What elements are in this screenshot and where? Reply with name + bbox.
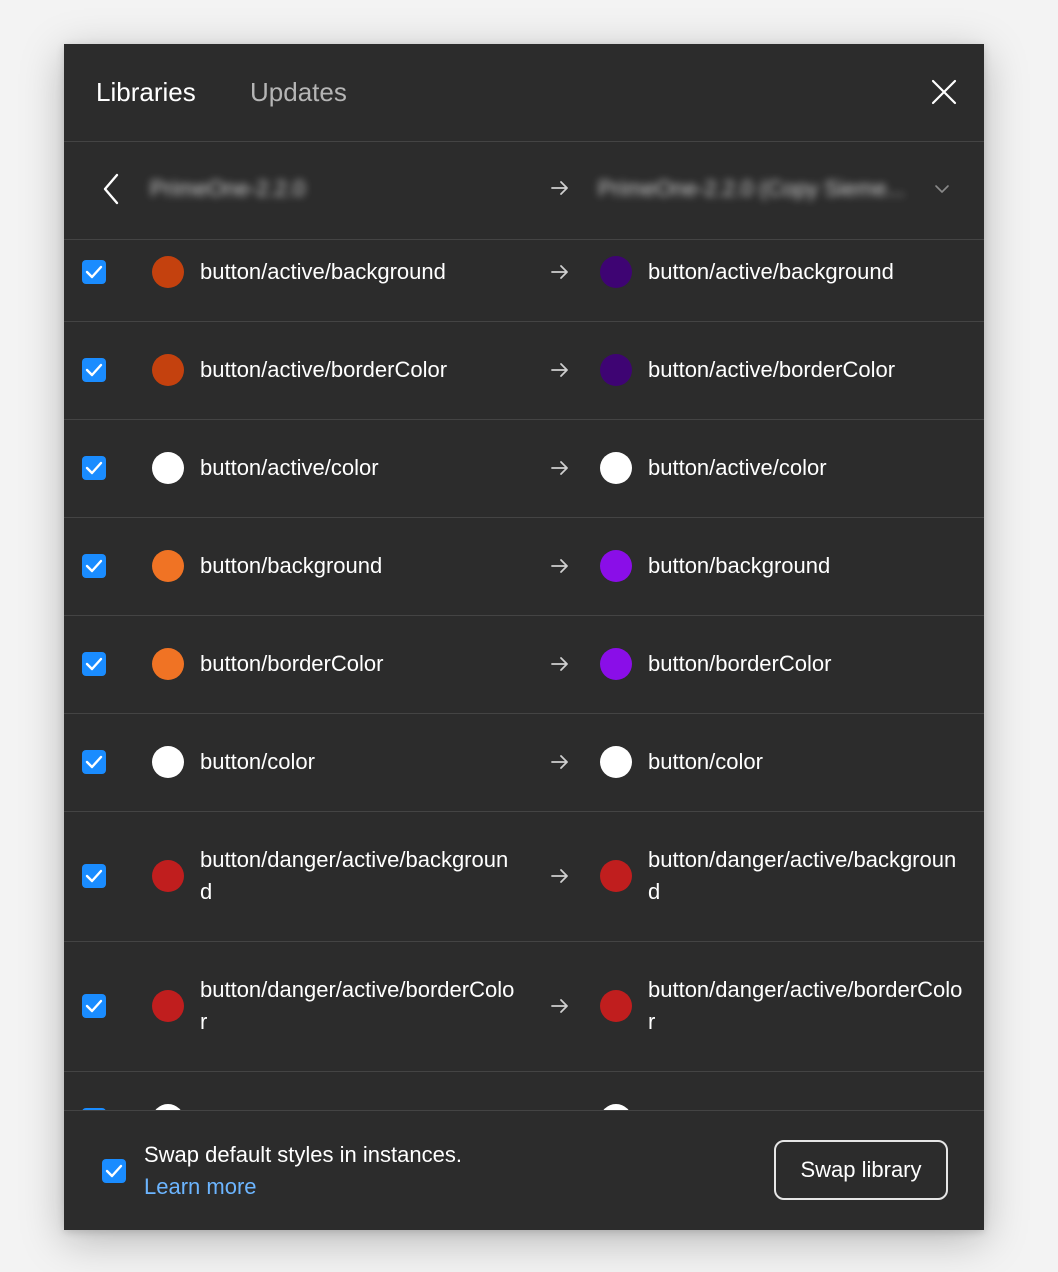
close-icon[interactable] [930, 78, 958, 106]
source-color-swatch [152, 452, 184, 484]
source-color-swatch [152, 550, 184, 582]
style-swap-row: button/color button/color [64, 714, 984, 812]
arrow-right-icon [550, 178, 570, 198]
destination-style-name: button/danger/active/borderColor [648, 977, 963, 1034]
row-checkbox[interactable] [82, 358, 106, 382]
source-style-name: button/danger/active/background [200, 847, 509, 904]
arrow-right-icon [550, 654, 570, 674]
row-checkbox[interactable] [82, 864, 106, 888]
swap-default-styles-checkbox[interactable] [102, 1159, 126, 1183]
style-swap-row: button/danger/active/borderColor button/d… [64, 942, 984, 1072]
source-color-swatch [152, 354, 184, 386]
destination-style-name: button/background [648, 553, 831, 578]
swap-default-styles-label: Swap default styles in instances. [144, 1142, 462, 1167]
source-style-name: button/borderColor [200, 651, 384, 676]
destination-style-name: button/borderColor [648, 651, 832, 676]
arrow-right-icon [550, 262, 570, 282]
destination-color-swatch [600, 452, 632, 484]
arrow-right-icon [550, 866, 570, 886]
destination-style-name: button/active/color [648, 455, 827, 480]
style-swap-list[interactable]: button/active/background button/active/ba… [64, 240, 984, 1110]
style-swap-row: button/active/color button/active/color [64, 420, 984, 518]
arrow-right-icon [550, 360, 570, 380]
destination-style-name: button/active/background [648, 259, 894, 284]
back-chevron-icon[interactable] [100, 172, 124, 206]
source-style-name: button/active/borderColor [200, 357, 448, 382]
destination-library-name[interactable]: PrimeOne-2.2.0 (Copy Sieme... [598, 172, 905, 206]
row-checkbox[interactable] [82, 554, 106, 578]
style-swap-row: button/borderColor button/borderColor [64, 616, 984, 714]
row-checkbox[interactable] [82, 456, 106, 480]
arrow-right-icon [550, 458, 570, 478]
dialog-header: Libraries Updates [64, 44, 984, 142]
source-style-name: button/color [200, 749, 315, 774]
tab-libraries[interactable]: Libraries [96, 74, 196, 110]
libraries-dialog: Libraries Updates PrimeOne-2.2.0 PrimeOn… [64, 44, 984, 1230]
style-swap-row: button/active/background button/active/ba… [64, 240, 984, 322]
source-style-name: button/active/color [200, 455, 379, 480]
source-style-name: button/background [200, 553, 383, 578]
row-checkbox[interactable] [82, 994, 106, 1018]
style-swap-row [64, 1072, 984, 1110]
tab-updates[interactable]: Updates [250, 74, 347, 110]
destination-style-name: button/active/borderColor [648, 357, 896, 382]
destination-color-swatch [600, 550, 632, 582]
style-swap-row: button/danger/active/background button/da… [64, 812, 984, 942]
destination-color-swatch [600, 990, 632, 1022]
destination-color-swatch [600, 256, 632, 288]
style-swap-row: button/active/borderColor button/active/b… [64, 322, 984, 420]
source-color-swatch [152, 990, 184, 1022]
destination-color-swatch [600, 648, 632, 680]
swap-library-button[interactable]: Swap library [774, 1140, 948, 1200]
destination-style-name: button/danger/active/background [648, 847, 957, 904]
chevron-down-icon[interactable] [934, 182, 950, 194]
source-color-swatch [152, 256, 184, 288]
row-checkbox[interactable] [82, 260, 106, 284]
row-checkbox[interactable] [82, 652, 106, 676]
source-color-swatch [152, 746, 184, 778]
source-color-swatch [152, 648, 184, 680]
source-color-swatch [152, 860, 184, 892]
learn-more-link[interactable]: Learn more [144, 1171, 257, 1203]
row-checkbox[interactable] [82, 750, 106, 774]
destination-color-swatch [600, 860, 632, 892]
destination-color-swatch [600, 354, 632, 386]
arrow-right-icon [550, 752, 570, 772]
style-swap-row: button/background button/background [64, 518, 984, 616]
library-swap-bar: PrimeOne-2.2.0 PrimeOne-2.2.0 (Copy Siem… [64, 142, 984, 240]
source-style-name: button/danger/active/borderColor [200, 977, 515, 1034]
destination-style-name: button/color [648, 749, 763, 774]
source-style-name: button/active/background [200, 259, 446, 284]
arrow-right-icon [550, 996, 570, 1016]
dialog-footer: Swap default styles in instances. Learn … [64, 1110, 984, 1230]
destination-color-swatch [600, 746, 632, 778]
arrow-right-icon [550, 556, 570, 576]
source-library-name: PrimeOne-2.2.0 [150, 176, 306, 201]
